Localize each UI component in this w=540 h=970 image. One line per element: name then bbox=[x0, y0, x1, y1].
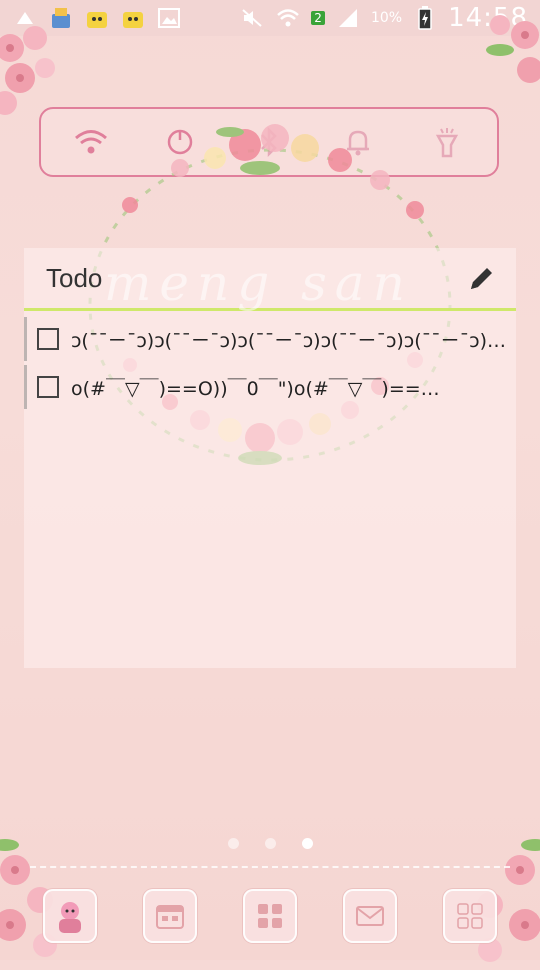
avatar-app-button[interactable] bbox=[43, 889, 97, 943]
notification-icons bbox=[12, 6, 182, 30]
mail-app-button[interactable] bbox=[343, 889, 397, 943]
todo-item-text: ↄ(¯¯ㄧ¯ↄ)ↄ(¯¯ㄧ¯ↄ)ↄ(¯¯ㄧ¯ↄ)ↄ(¯¯ㄧ¯ↄ)ↄ(¯¯ㄧ¯ↄ)… bbox=[71, 329, 511, 352]
system-status: 2 10% 14:58 bbox=[239, 3, 528, 33]
mail-app-icon bbox=[356, 906, 384, 926]
signal-icon bbox=[335, 6, 361, 30]
todo-checkbox[interactable] bbox=[37, 328, 59, 350]
flashlight-toggle[interactable] bbox=[427, 122, 467, 162]
flashlight-icon bbox=[435, 128, 459, 158]
wifi-icon bbox=[75, 130, 107, 154]
download-icon bbox=[12, 6, 38, 30]
dock-divider bbox=[30, 866, 510, 868]
mute-icon bbox=[239, 6, 265, 30]
emoji-app-icon-2 bbox=[120, 6, 146, 30]
brightness-toggle[interactable] bbox=[160, 122, 200, 162]
todo-item[interactable]: o(#￣▽￣)==O))￣0￣")o(#￣▽￣)==… bbox=[24, 365, 516, 409]
avatar-app-icon bbox=[59, 902, 81, 933]
wifi-toggle[interactable] bbox=[71, 122, 111, 162]
todo-header: meng san Todo bbox=[24, 248, 516, 312]
page-dot[interactable] bbox=[264, 838, 276, 849]
dock bbox=[0, 872, 540, 960]
todo-title: Todo bbox=[46, 262, 103, 293]
quick-toggle-panel bbox=[39, 107, 499, 177]
battery-charging-icon bbox=[412, 6, 438, 30]
todo-list: ↄ(¯¯ㄧ¯ↄ)ↄ(¯¯ㄧ¯ↄ)ↄ(¯¯ㄧ¯ↄ)ↄ(¯¯ㄧ¯ↄ)ↄ(¯¯ㄧ¯ↄ)… bbox=[24, 317, 516, 409]
edit-button[interactable] bbox=[462, 258, 502, 298]
todo-item-text: o(#￣▽￣)==O))￣0￣")o(#￣▽￣)==… bbox=[71, 377, 440, 400]
calendar-app-icon bbox=[156, 905, 184, 929]
cleaner-app-icon bbox=[48, 6, 74, 30]
todo-checkbox[interactable] bbox=[37, 376, 59, 398]
sound-toggle[interactable] bbox=[338, 122, 378, 162]
status-bar: 2 10% 14:58 bbox=[0, 0, 540, 36]
page-indicator bbox=[0, 838, 540, 849]
wifi-status-icon bbox=[275, 6, 301, 30]
battery-percent: 10% bbox=[370, 10, 403, 26]
bell-icon bbox=[347, 130, 369, 156]
page-dot[interactable] bbox=[227, 838, 239, 849]
pencil-icon bbox=[471, 268, 492, 289]
app-drawer-button[interactable] bbox=[243, 889, 297, 943]
todo-widget: meng san Todo ↄ(¯¯ㄧ¯ↄ)ↄ(¯¯ㄧ¯ↄ)ↄ(¯¯ㄧ¯ↄ)ↄ(… bbox=[24, 248, 516, 668]
image-icon bbox=[156, 6, 182, 30]
bluetooth-icon bbox=[261, 126, 277, 158]
watermark-text: meng san bbox=[104, 254, 413, 312]
calculator-app-button[interactable] bbox=[443, 889, 497, 943]
app-drawer-icon bbox=[258, 904, 282, 928]
calculator-app-icon bbox=[457, 903, 483, 929]
brightness-icon bbox=[167, 129, 193, 155]
network-badge: 2 bbox=[311, 11, 325, 25]
emoji-app-icon bbox=[84, 6, 110, 30]
page-dot-active[interactable] bbox=[301, 838, 313, 849]
clock: 14:58 bbox=[448, 3, 528, 33]
todo-item[interactable]: ↄ(¯¯ㄧ¯ↄ)ↄ(¯¯ㄧ¯ↄ)ↄ(¯¯ㄧ¯ↄ)ↄ(¯¯ㄧ¯ↄ)ↄ(¯¯ㄧ¯ↄ)… bbox=[24, 317, 516, 361]
bluetooth-toggle[interactable] bbox=[249, 122, 289, 162]
calendar-app-button[interactable] bbox=[143, 889, 197, 943]
